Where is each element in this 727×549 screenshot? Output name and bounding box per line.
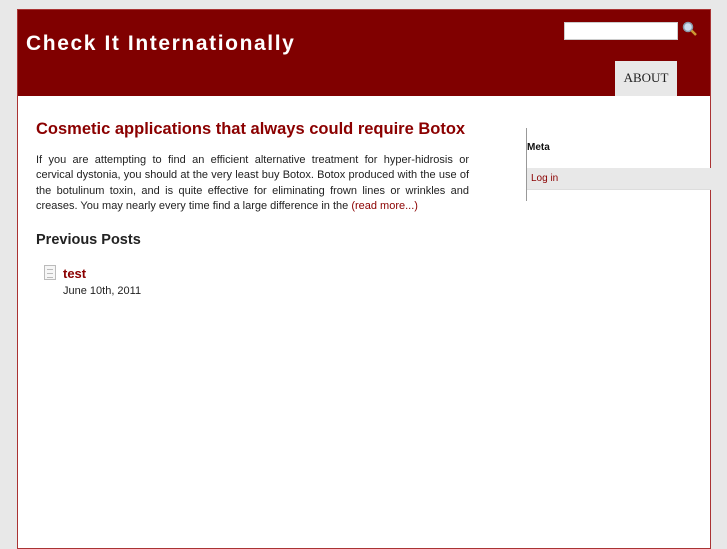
site-title[interactable]: Check It Internationally: [26, 32, 295, 56]
post-excerpt: If you are attempting to find an efficie…: [36, 153, 469, 215]
list-item: test June 10th, 2011: [36, 264, 469, 297]
post-title[interactable]: Cosmetic applications that always could …: [36, 120, 469, 139]
document-icon: [44, 264, 56, 280]
previous-post-date: June 10th, 2011: [63, 284, 142, 297]
login-link[interactable]: Log in: [531, 173, 558, 184]
sidebar: Meta Log in: [526, 128, 711, 201]
nav-about[interactable]: ABOUT: [615, 61, 677, 96]
sidebar-item-login: Log in: [527, 168, 711, 190]
read-more-link[interactable]: (read more...): [351, 200, 418, 212]
main-content: Cosmetic applications that always could …: [36, 120, 469, 297]
previous-posts-heading: Previous Posts: [36, 231, 141, 248]
previous-post-title[interactable]: test: [63, 266, 469, 281]
page-container: Check It Internationally ABOUT Cosmetic …: [17, 9, 711, 549]
sidebar-title: Meta: [527, 142, 550, 153]
header: Check It Internationally ABOUT: [18, 10, 710, 96]
search-icon[interactable]: [682, 21, 698, 37]
search-input[interactable]: [564, 22, 678, 40]
